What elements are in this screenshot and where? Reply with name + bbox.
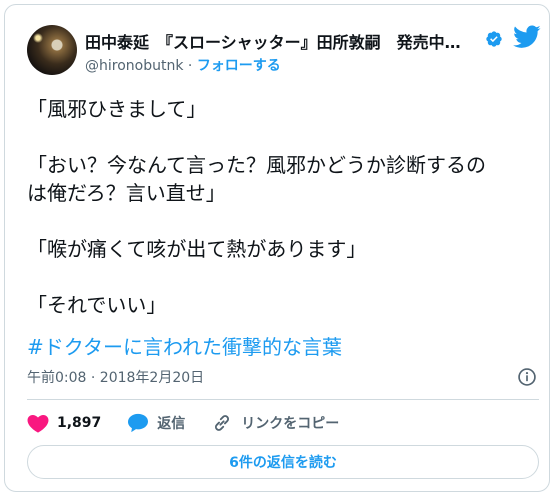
- copy-link-button[interactable]: リンクをコピー: [211, 413, 339, 433]
- tweet-line: 「おい？今なんて言った？風邪かどうか診断するの: [27, 153, 486, 177]
- user-handle[interactable]: @hironobutnk: [85, 58, 183, 74]
- twitter-bird-icon[interactable]: [513, 25, 541, 49]
- tweet-line: 「風邪ひきまして」: [27, 97, 207, 121]
- tweet-line: は俺だろ？言い直せ」: [27, 181, 226, 205]
- like-button[interactable]: 1,897: [27, 413, 101, 433]
- verified-badge-icon: [486, 31, 502, 47]
- info-icon[interactable]: [517, 367, 537, 387]
- reply-label: 返信: [157, 416, 186, 432]
- tweet-line: 「喉が痛くて咳が出て熱があります」: [27, 237, 367, 261]
- divider: [27, 399, 539, 400]
- heart-icon: [27, 415, 49, 433]
- copy-link-label: リンクをコピー: [241, 416, 340, 432]
- handle-row: @hironobutnk · フォローする: [85, 55, 281, 75]
- action-bar: 1,897 返信 リンクをコピー: [27, 411, 365, 435]
- tweet-line: 「それでいい」: [27, 293, 167, 317]
- like-count: 1,897: [57, 415, 102, 431]
- timestamp[interactable]: 午前0:08 · 2018年2月20日: [27, 367, 204, 387]
- read-replies-button[interactable]: 6件の返信を読む: [27, 445, 539, 479]
- avatar[interactable]: [27, 25, 77, 75]
- reply-bubble-icon: [128, 413, 149, 433]
- tweet-text: 「風邪ひきまして」 「おい？今なんて言った？風邪かどうか診断するの は俺だろ？言…: [27, 95, 537, 319]
- link-icon: [215, 415, 230, 431]
- tweet-card: 田中泰延 『スローシャッター』田所敦嗣 発売中… @hironobutnk · …: [4, 4, 550, 492]
- hashtag-link[interactable]: #ドクターに言われた衝撃的な言葉: [27, 331, 342, 360]
- separator-dot: ·: [187, 58, 193, 74]
- reply-button[interactable]: 返信: [127, 413, 185, 433]
- follow-link[interactable]: フォローする: [197, 58, 281, 74]
- display-name[interactable]: 田中泰延 『スローシャッター』田所敦嗣 発売中…: [85, 29, 481, 53]
